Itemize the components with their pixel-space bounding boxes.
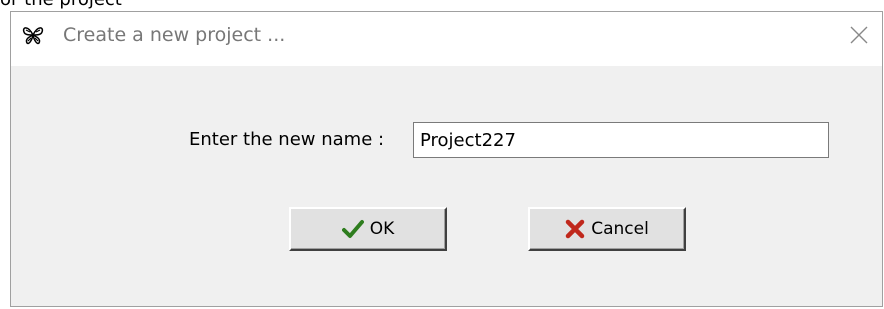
background-text: or the project (0, 0, 122, 9)
ok-label: OK (369, 219, 395, 239)
name-label: Enter the new name : (189, 129, 385, 150)
butterfly-icon (22, 25, 44, 45)
dialog-title: Create a new project ... (63, 24, 286, 46)
close-button[interactable] (848, 24, 870, 46)
create-project-dialog: Create a new project ... Enter the new n… (10, 11, 883, 307)
ok-button[interactable]: OK (289, 207, 447, 251)
x-mark-icon (565, 219, 585, 239)
title-bar: Create a new project ... (11, 12, 882, 66)
cancel-button[interactable]: Cancel (528, 207, 686, 251)
close-icon (850, 26, 868, 44)
project-name-input[interactable] (413, 122, 829, 158)
checkmark-icon (341, 219, 364, 239)
cancel-label: Cancel (591, 219, 649, 239)
